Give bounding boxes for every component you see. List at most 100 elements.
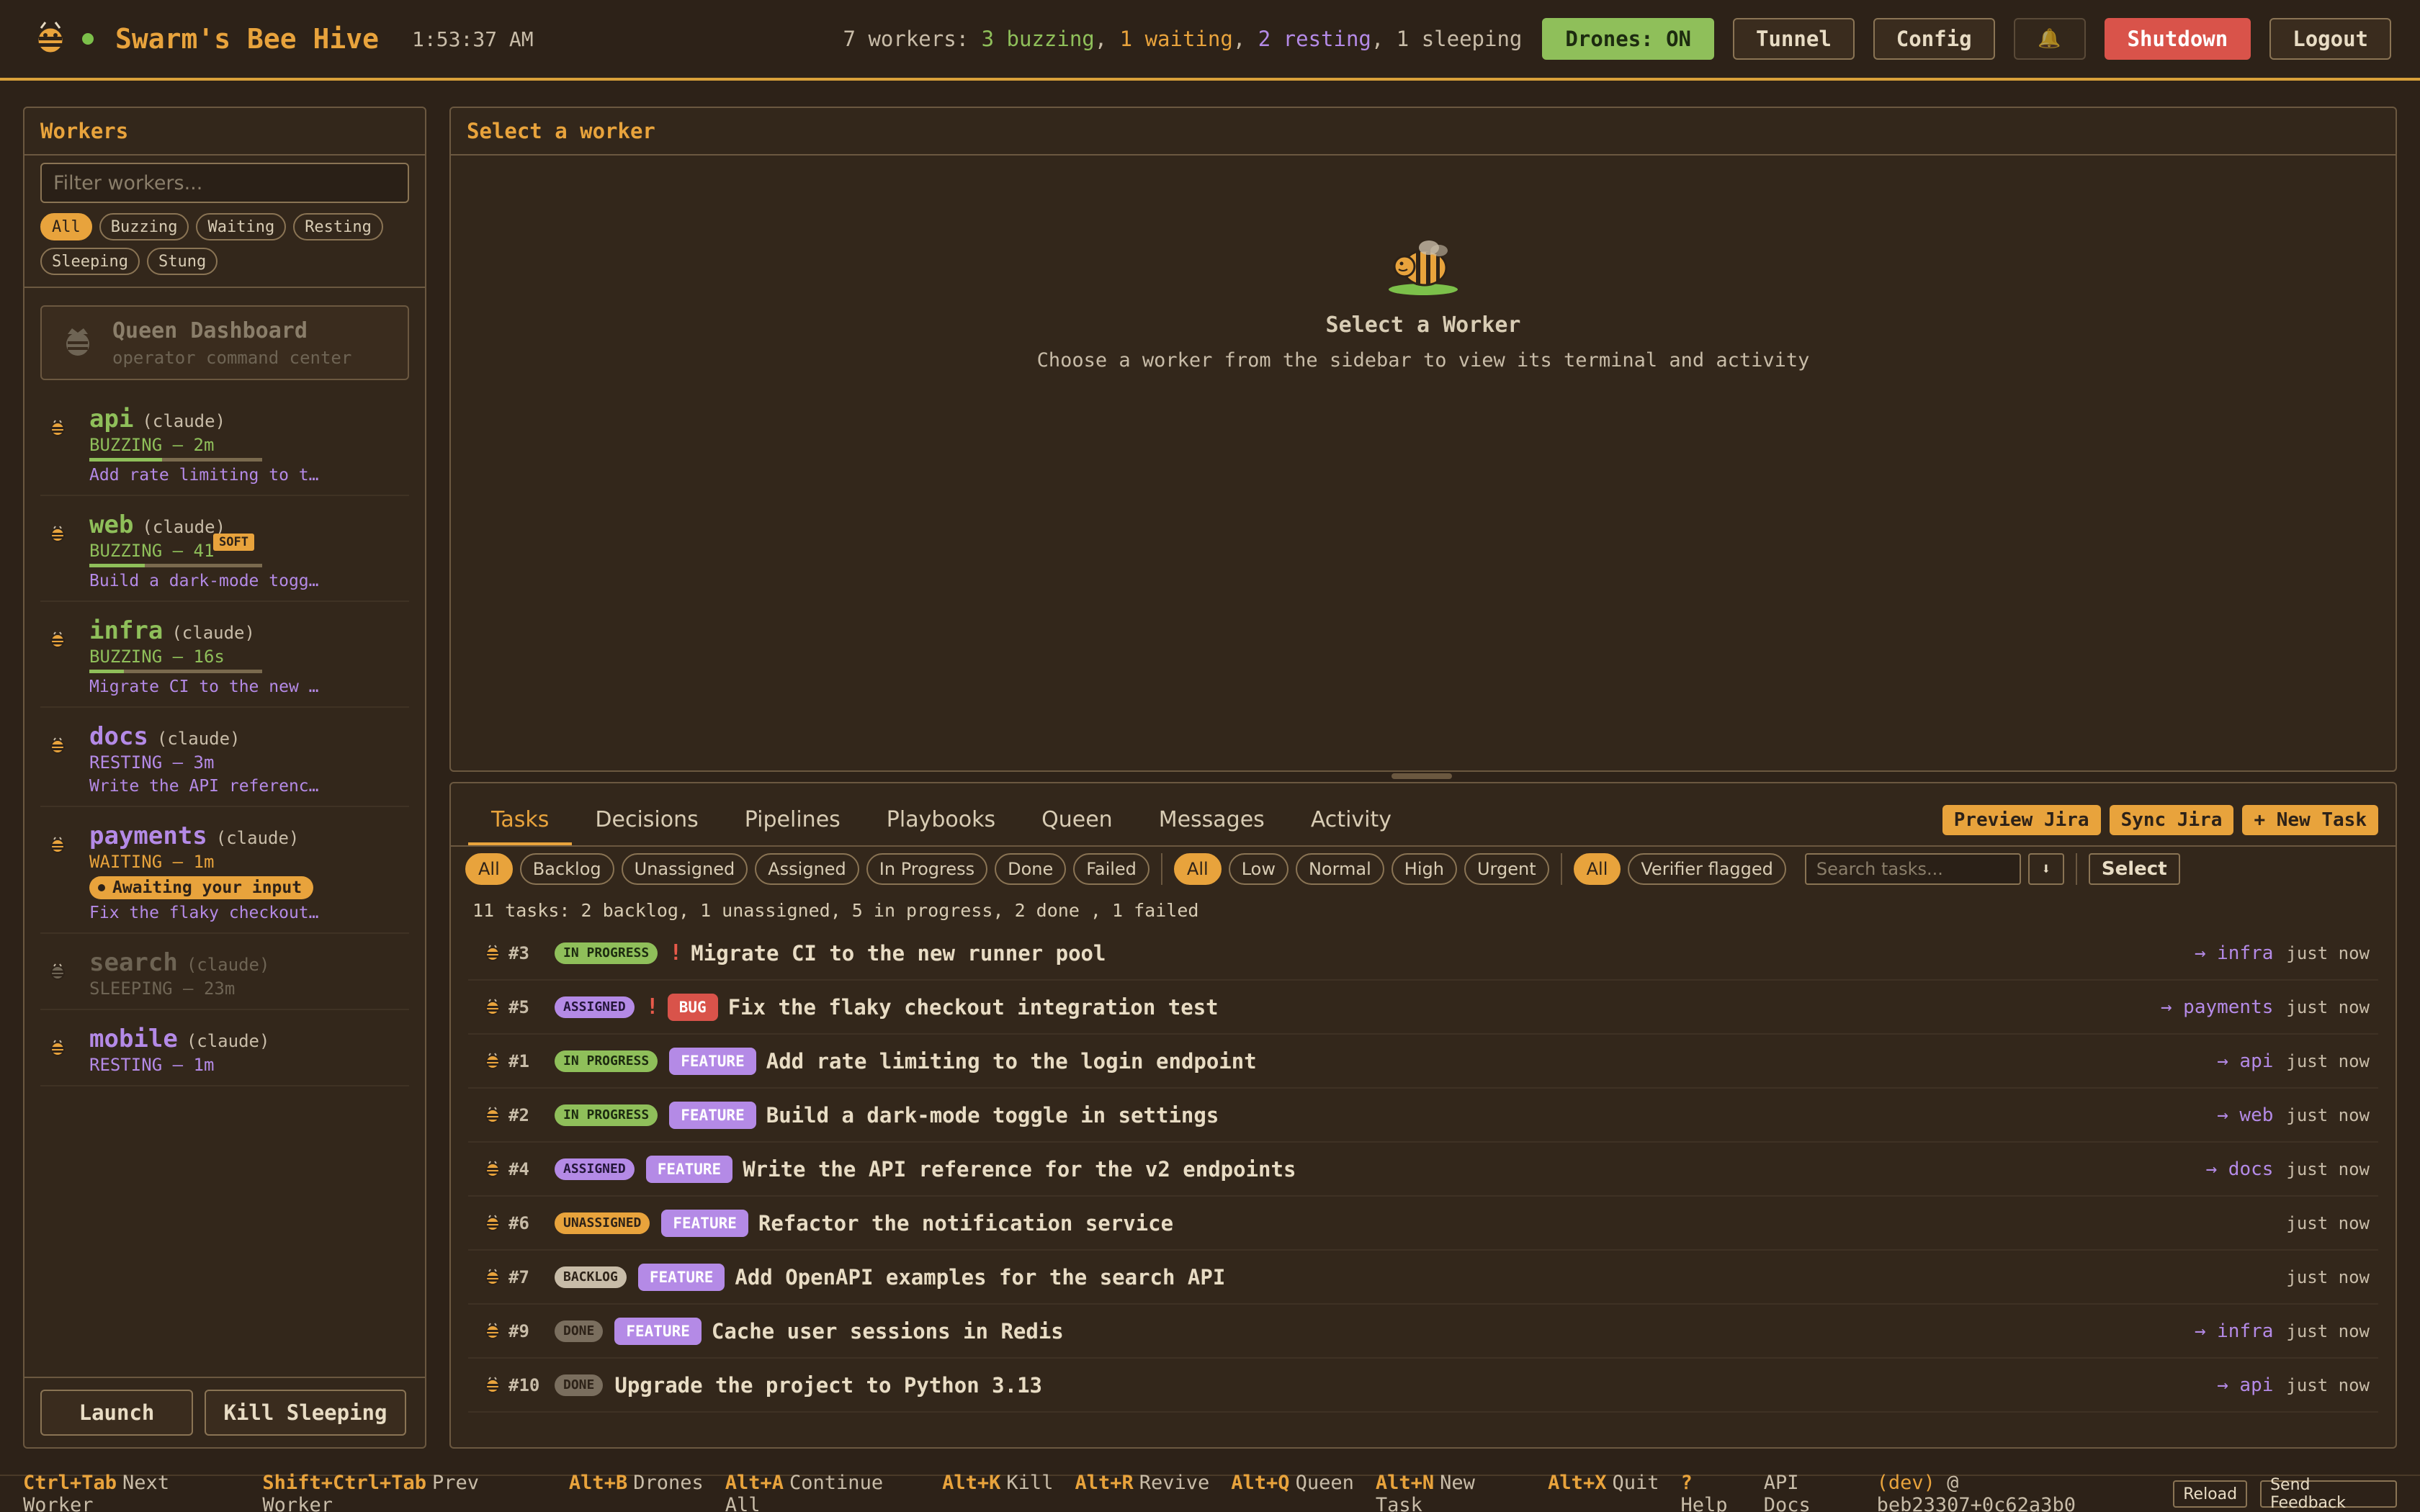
- worker-filter-chip-waiting[interactable]: Waiting: [196, 213, 287, 240]
- task-time: just now: [2286, 1104, 2370, 1125]
- sort-icon[interactable]: ⬇: [2027, 853, 2064, 885]
- status-filter-backlog[interactable]: Backlog: [519, 853, 614, 885]
- worker-filter-input[interactable]: Filter workers...: [40, 163, 409, 203]
- task-time: just now: [2286, 996, 2370, 1017]
- sidebar-divider: [24, 287, 425, 288]
- priority-flag-icon: !: [645, 994, 659, 1020]
- worker-item-web[interactable]: web (claude) BUZZING — 41 SOFT Build a dark-…: [40, 496, 409, 602]
- select-mode-button[interactable]: Select: [2088, 853, 2180, 885]
- shutdown-button[interactable]: Shutdown: [2104, 18, 2251, 60]
- task-row[interactable]: #7 BACKLOG FEATURE Add OpenAPI examples for…: [468, 1251, 2378, 1305]
- task-assignee[interactable]: → docs: [2205, 1158, 2273, 1180]
- new-task-button[interactable]: + New Task: [2242, 805, 2378, 835]
- summary-waiting: 1 waiting: [1119, 27, 1233, 51]
- task-meta: → web just now: [2217, 1104, 2370, 1126]
- worker-list: api (claude) BUZZING — 2m Add rate limiting…: [24, 390, 425, 1086]
- tunnel-button[interactable]: Tunnel: [1733, 18, 1855, 60]
- task-row[interactable]: #3 IN PROGRESS! Migrate CI to the new runn…: [468, 927, 2378, 981]
- config-button[interactable]: Config: [1873, 18, 1995, 60]
- status-filter-done[interactable]: Done: [995, 853, 1067, 885]
- priority-filter-all[interactable]: All: [1173, 853, 1222, 885]
- worker-task: Migrate CI to the new …: [89, 678, 319, 696]
- task-status-badge: IN PROGRESS: [555, 942, 658, 964]
- task-number: #4: [508, 1158, 529, 1179]
- shortcut-item: Alt+X Quit: [1548, 1472, 1659, 1512]
- task-row[interactable]: #9 DONE FEATURE Cache user sessions in Redi…: [468, 1305, 2378, 1359]
- task-actions: Preview Jira Sync Jira + New Task: [1942, 805, 2378, 835]
- sync-jira-button[interactable]: Sync Jira: [2109, 805, 2234, 835]
- worker-name: infra: [89, 616, 163, 645]
- tab-pipelines[interactable]: Pipelines: [722, 807, 864, 845]
- queen-dashboard-button[interactable]: Queen Dashboard operator command center: [40, 305, 409, 380]
- task-meta: → payments just now: [2161, 996, 2370, 1018]
- status-filter-in-progress[interactable]: In Progress: [866, 853, 988, 885]
- task-row[interactable]: #5 ASSIGNED! BUG Fix the flaky checkout int…: [468, 981, 2378, 1035]
- worker-item-search[interactable]: search (claude) SLEEPING — 23m: [40, 934, 409, 1010]
- drones-toggle-button[interactable]: Drones: ON: [1542, 18, 1715, 60]
- task-meta: → api just now: [2217, 1050, 2370, 1072]
- logout-button[interactable]: Logout: [2269, 18, 2391, 60]
- shortcut-footer: Ctrl+Tab Next Worker Shift+Ctrl+Tab Prev Wo…: [0, 1472, 2420, 1512]
- api-docs-link[interactable]: API Docs: [1764, 1472, 1855, 1512]
- status-filter-unassigned[interactable]: Unassigned: [621, 853, 748, 885]
- tab-tasks[interactable]: Tasks: [468, 807, 573, 845]
- preview-jira-button[interactable]: Preview Jira: [1942, 805, 2101, 835]
- task-row[interactable]: #1 IN PROGRESS FEATURE Add rate limiting to…: [468, 1035, 2378, 1089]
- priority-filter-urgent[interactable]: Urgent: [1464, 853, 1549, 885]
- worker-item-infra[interactable]: infra (claude) BUZZING — 16s Migrate CI to …: [40, 602, 409, 708]
- send-feedback-button[interactable]: Send Feedback: [2260, 1476, 2397, 1512]
- worker-filter-chip-buzzing[interactable]: Buzzing: [99, 213, 189, 240]
- worker-name: payments: [89, 822, 207, 850]
- task-assignee[interactable]: → payments: [2161, 996, 2274, 1018]
- worker-item-payments[interactable]: payments (claude) WAITING — 1m Awaiting you…: [40, 807, 409, 934]
- tab-queen[interactable]: Queen: [1018, 807, 1136, 845]
- panel-resize-handle[interactable]: [1392, 773, 1452, 779]
- status-filter-all[interactable]: All: [465, 853, 513, 885]
- task-type-badge: FEATURE: [669, 1101, 756, 1129]
- worker-filter-chip-resting[interactable]: Resting: [293, 213, 383, 240]
- task-number: #6: [508, 1212, 529, 1233]
- verifier-filter-verifier-flagged[interactable]: Verifier flagged: [1628, 853, 1786, 885]
- tab-decisions[interactable]: Decisions: [572, 807, 721, 845]
- worker-item-docs[interactable]: docs (claude) RESTING — 3m Write the API re…: [40, 708, 409, 807]
- tab-messages[interactable]: Messages: [1136, 807, 1288, 845]
- worker-item-mobile[interactable]: mobile (claude) RESTING — 1m: [40, 1010, 409, 1086]
- worker-filter-chip-sleeping[interactable]: Sleeping: [40, 248, 140, 275]
- awaiting-input-badge[interactable]: Awaiting your input: [89, 876, 314, 899]
- priority-filter-high[interactable]: High: [1391, 853, 1457, 885]
- kill-sleeping-button[interactable]: Kill Sleeping: [205, 1390, 406, 1436]
- tab-activity[interactable]: Activity: [1288, 807, 1415, 845]
- task-assignee[interactable]: → api: [2217, 1374, 2273, 1396]
- task-row[interactable]: #10 DONE Upgrade the project to Python 3.1…: [468, 1359, 2378, 1413]
- worker-item-api[interactable]: api (claude) BUZZING — 2m Add rate limiting…: [40, 390, 409, 496]
- task-assignee[interactable]: → infra: [2195, 942, 2274, 964]
- task-title: Add rate limiting to the login endpoint: [766, 1048, 1257, 1074]
- task-row[interactable]: #6 UNASSIGNED FEATURE Refactor the notifica…: [468, 1197, 2378, 1251]
- priority-filter-low[interactable]: Low: [1228, 853, 1289, 885]
- task-time: just now: [2286, 1212, 2370, 1233]
- worker-body: mobile (claude) RESTING — 1m: [89, 1025, 409, 1085]
- task-assignee[interactable]: → api: [2217, 1050, 2273, 1072]
- verifier-filter-all[interactable]: All: [1573, 853, 1621, 885]
- worker-filter-chip-stung[interactable]: Stung: [146, 248, 218, 275]
- app-title: Swarm's Bee Hive: [115, 23, 380, 55]
- summary-prefix: 7 workers:: [843, 27, 982, 51]
- reload-button[interactable]: Reload: [2173, 1480, 2248, 1508]
- notifications-button[interactable]: 🔔: [2013, 18, 2086, 60]
- status-filter-failed[interactable]: Failed: [1073, 853, 1150, 885]
- priority-filter-normal[interactable]: Normal: [1295, 853, 1384, 885]
- empty-title: Select a Worker: [1325, 312, 1521, 338]
- launch-button[interactable]: Launch: [40, 1390, 193, 1436]
- worker-status-text: BUZZING — 41: [89, 541, 215, 561]
- task-row[interactable]: #2 IN PROGRESS FEATURE Build a dark-mode to…: [468, 1089, 2378, 1143]
- summary-sep: ,: [1371, 27, 1397, 51]
- task-search-input[interactable]: Search tasks...: [1804, 853, 2021, 885]
- task-meta: → docs just now: [2205, 1158, 2370, 1180]
- task-row[interactable]: #4 ASSIGNED FEATURE Write the API reference…: [468, 1143, 2378, 1197]
- task-assignee[interactable]: → web: [2217, 1104, 2273, 1126]
- task-assignee[interactable]: → infra: [2195, 1320, 2274, 1342]
- status-filter-assigned[interactable]: Assigned: [755, 853, 859, 885]
- tab-playbooks[interactable]: Playbooks: [864, 807, 1018, 845]
- worker-name: web: [89, 510, 134, 539]
- worker-filter-chip-all[interactable]: All: [40, 213, 92, 240]
